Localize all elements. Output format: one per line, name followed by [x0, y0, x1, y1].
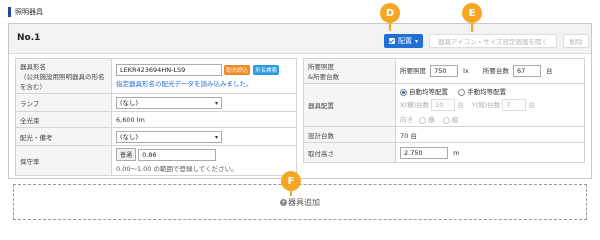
- mount-height-input[interactable]: 2.750: [400, 146, 448, 159]
- chevron-down-icon: ▾: [214, 99, 218, 107]
- mount-height-label: 取付高さ: [303, 142, 396, 163]
- required-count-label: 所要台数: [482, 67, 509, 75]
- remarks-select[interactable]: (なし) ▾: [116, 130, 222, 143]
- flux-value: 6,600 lm: [111, 111, 297, 128]
- remarks-select-value: (なし): [120, 132, 139, 141]
- add-fixture-label: 器具追加: [288, 197, 320, 207]
- fixture-left-table: 器具形名 （公共施設用照明器具の形名を含む） LEKR423694HN-LS9 …: [15, 58, 297, 176]
- required-lux-label: 所要照度: [400, 67, 426, 75]
- layout-manual-radio[interactable]: [458, 88, 466, 96]
- marker-f-arrow: [290, 189, 292, 196]
- remarks-label: 配光・備考: [15, 127, 112, 146]
- orientation-horizontal-label: 横: [428, 116, 435, 124]
- layout-x-unit: 台: [457, 101, 464, 109]
- place-button[interactable]: 配置 ▾: [384, 34, 423, 48]
- card-title: No.1: [17, 33, 41, 43]
- place-button-label: 配置: [397, 37, 412, 45]
- maintenance-hint: 0.00～1.00 の範囲で登録してください。: [116, 165, 238, 173]
- plus-circle-icon: +: [280, 198, 287, 206]
- required-count-input[interactable]: 67: [512, 65, 541, 77]
- lamp-label: ランプ: [15, 93, 112, 112]
- maintenance-standard-button[interactable]: 普通: [116, 148, 137, 161]
- design-count-value: 70 台: [395, 126, 585, 143]
- maintenance-input[interactable]: 0.86: [138, 148, 217, 161]
- section-header: 照明器具: [8, 5, 43, 19]
- search-model-button[interactable]: 形名検索: [253, 65, 280, 75]
- add-fixture-area[interactable]: + 器具追加: [13, 184, 587, 220]
- mount-height-unit: m: [453, 148, 460, 157]
- marker-d: D: [381, 4, 399, 22]
- design-count-label: 設計台数: [303, 126, 396, 143]
- layout-x-input[interactable]: 10: [431, 99, 456, 111]
- required-count-unit: 台: [546, 67, 553, 75]
- marker-e-arrow: [471, 21, 473, 32]
- load-distribution-button[interactable]: 配光読込: [224, 65, 251, 75]
- maintenance-label: 保守率: [15, 145, 112, 176]
- fixture-name-cell: LEKR423694HN-LS9 配光読込 形名検索 指定器具形名の配光データを…: [111, 58, 297, 94]
- chevron-down-icon: ▾: [414, 37, 418, 45]
- orientation-label: 向き: [400, 116, 413, 124]
- layout-y-label: Y(縦)台数: [471, 101, 501, 109]
- fixture-right-table: 所要照度 &所要台数 所要照度 750 lx 所要台数 67 台 器具配置 自動…: [303, 58, 585, 163]
- icon-size-settings-button[interactable]: 器具アイコン・サイズ設定画面を開く: [429, 34, 557, 48]
- layout-y-input[interactable]: 7: [502, 99, 527, 111]
- flux-label: 全光束: [15, 111, 112, 128]
- section-title-bar: [8, 7, 11, 17]
- fixture-card: No.1 配置 ▾ 器具アイコン・サイズ設定画面を開く 削除 器具形名 （公共施…: [8, 23, 592, 179]
- fixture-load-notice: 指定器具形名の配光データを読み込みました。: [116, 80, 253, 88]
- orientation-vertical-radio[interactable]: [442, 116, 450, 124]
- checkbox-icon: [388, 38, 395, 44]
- required-lux-unit: lx: [463, 67, 469, 75]
- layout-label: 器具配置: [303, 83, 396, 127]
- fixture-name-input[interactable]: LEKR423694HN-LS9: [116, 64, 222, 76]
- required-lux-input[interactable]: 750: [430, 65, 459, 77]
- layout-x-label: X(横)台数: [400, 101, 430, 109]
- marker-f: F: [282, 172, 300, 190]
- required-label: 所要照度 &所要台数: [303, 58, 396, 84]
- lamp-select-value: (なし): [120, 98, 139, 107]
- marker-d-arrow: [389, 21, 391, 31]
- layout-y-unit: 台: [528, 101, 535, 109]
- layout-auto-label: 自動均等配置: [409, 88, 448, 96]
- chevron-down-icon: ▾: [214, 133, 218, 141]
- orientation-vertical-label: 縦: [451, 116, 459, 124]
- fixture-name-label: 器具形名 （公共施設用照明器具の形名を含む）: [15, 58, 112, 94]
- layout-auto-radio[interactable]: [400, 88, 407, 96]
- lamp-select[interactable]: (なし) ▾: [116, 96, 222, 109]
- layout-manual-label: 手動均等配置: [467, 88, 507, 96]
- orientation-horizontal-radio[interactable]: [419, 116, 427, 124]
- marker-e: E: [463, 4, 481, 22]
- delete-button[interactable]: 削除: [563, 34, 589, 48]
- section-title: 照明器具: [15, 8, 43, 16]
